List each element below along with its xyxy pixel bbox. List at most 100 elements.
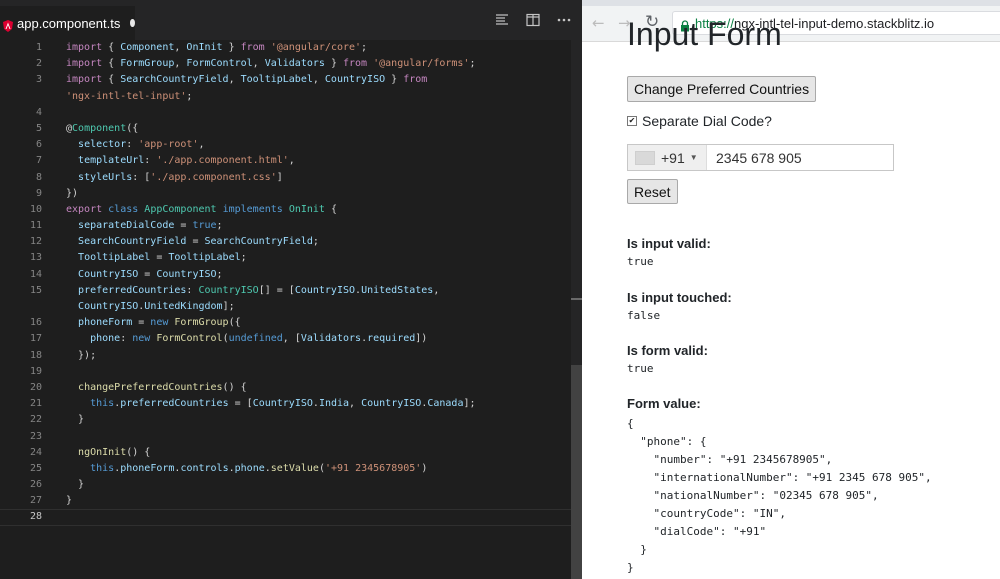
country-flag-icon <box>635 150 655 165</box>
input-touched-label: Is input touched: <box>627 290 732 305</box>
code-token: ; <box>216 268 223 280</box>
code-token: , <box>174 42 187 53</box>
line-number: 14 <box>29 268 42 280</box>
line-number: 22 <box>29 414 42 426</box>
code-line[interactable]: @Component({ <box>66 121 571 137</box>
code-line[interactable]: styleUrls: ['./app.component.css'] <box>66 170 571 186</box>
code-token: implements <box>222 203 283 215</box>
browser-tab-strip <box>582 0 1000 6</box>
code-token: ) <box>421 462 428 474</box>
line-number: 24 <box>29 446 42 458</box>
code-line[interactable]: } <box>66 412 571 428</box>
code-token: 'app-root' <box>138 139 199 151</box>
code-token: Validators <box>264 58 325 70</box>
code-line[interactable] <box>66 105 571 121</box>
code-token: FormControl <box>156 333 223 345</box>
code-line[interactable]: selector: 'app-root', <box>66 137 571 153</box>
separate-dial-code-row[interactable]: ✔ Separate Dial Code? <box>627 113 772 129</box>
code-token: AppComponent <box>144 203 217 215</box>
code-token: phone <box>90 333 121 345</box>
code-token: { <box>324 203 337 215</box>
more-icon[interactable] <box>556 12 572 28</box>
code-line[interactable]: SearchCountryField = SearchCountryField; <box>66 234 571 250</box>
code-token: selector <box>78 139 127 151</box>
change-preferred-countries-button[interactable]: Change Preferred Countries <box>627 76 817 102</box>
code-token: ; <box>216 220 223 232</box>
code-token: = <box>174 220 193 232</box>
code-editor[interactable]: app.component.ts 1 2 3 4 5 6 7 8 9 10 11 12 13 14 15 16… <box>0 0 582 579</box>
code-line[interactable]: separateDialCode = true; <box>66 218 571 234</box>
code-token: class <box>108 203 139 215</box>
code-token: required <box>367 333 416 345</box>
code-line[interactable]: changePreferredCountries() { <box>66 380 571 396</box>
editor-scrollbar-thumb[interactable] <box>571 365 582 579</box>
open-preview-icon[interactable] <box>494 12 510 28</box>
code-token: : <box>144 155 157 167</box>
code-line[interactable]: } <box>66 493 571 509</box>
phone-input-group: +91 ▼ 2345 678 905 <box>627 144 894 171</box>
code-line[interactable]: import { FormGroup, FormControl, Validat… <box>66 56 571 72</box>
code-line[interactable]: }); <box>66 348 571 364</box>
code-line[interactable]: } <box>66 477 571 493</box>
dial-code: +91 <box>661 149 685 166</box>
code-token: } <box>385 74 404 86</box>
code-token: = <box>138 268 157 280</box>
reset-button[interactable]: Reset <box>627 179 678 204</box>
unsaved-dot-icon[interactable] <box>130 19 135 27</box>
code-token: preferredCountries <box>120 398 229 410</box>
code-line[interactable] <box>66 364 571 380</box>
line-number: 17 <box>29 333 42 345</box>
code-token: UnitedKingdom <box>144 301 223 312</box>
editor-tab[interactable]: app.component.ts <box>0 6 135 40</box>
code-line[interactable]: TooltipLabel = TooltipLabel; <box>66 250 571 266</box>
code-line[interactable]: 'ngx-intl-tel-input'; <box>66 89 571 105</box>
code-token: ; <box>186 90 193 102</box>
code-area[interactable]: import { Component, OnInit } from '@angu… <box>66 40 571 526</box>
code-token: ngOnInit <box>78 446 127 458</box>
code-line[interactable] <box>66 429 571 445</box>
phone-number-input[interactable]: 2345 678 905 <box>707 150 802 166</box>
code-line[interactable]: this.preferredCountries = [CountryISO.In… <box>66 396 571 412</box>
line-number: 27 <box>29 495 42 507</box>
code-token: ]; <box>463 398 476 410</box>
code-line[interactable]: phone: new FormControl(undefined, [Valid… <box>66 331 571 347</box>
code-token: TooltipLabel <box>240 74 313 86</box>
code-token: CountryISO <box>361 398 422 410</box>
code-line[interactable]: export class AppComponent implements OnI… <box>66 202 571 218</box>
code-token: export <box>66 203 103 215</box>
country-dropdown[interactable]: +91 ▼ <box>628 145 707 170</box>
code-token: : <box>120 333 133 345</box>
code-token: () { <box>126 446 151 458</box>
code-token: ; <box>312 236 319 248</box>
code-line[interactable]: this.phoneForm.controls.phone.setValue('… <box>66 461 571 477</box>
code-token: undefined <box>228 333 283 345</box>
line-number: 10 <box>29 203 42 215</box>
code-line[interactable]: phoneForm = new FormGroup({ <box>66 315 571 331</box>
back-arrow-icon[interactable]: ← <box>592 14 605 32</box>
code-line[interactable]: preferredCountries: CountryISO[] = [Coun… <box>66 283 571 299</box>
code-line[interactable]: }) <box>66 186 571 202</box>
code-line[interactable]: CountryISO = CountryISO; <box>66 267 571 283</box>
code-line[interactable]: import { Component, OnInit } from '@angu… <box>66 40 571 56</box>
code-line[interactable]: import { SearchCountryField, TooltipLabe… <box>66 72 571 88</box>
code-token: TooltipLabel <box>78 252 151 264</box>
split-editor-icon[interactable] <box>525 12 541 28</box>
code-line[interactable] <box>66 509 571 525</box>
code-line[interactable]: templateUrl: './app.component.html', <box>66 153 571 169</box>
line-number: 2 <box>35 58 42 70</box>
line-number: 23 <box>29 430 42 442</box>
code-line[interactable]: ngOnInit() { <box>66 445 571 461</box>
code-token: India <box>318 398 350 410</box>
code-token: OnInit <box>288 203 325 215</box>
separate-dial-code-checkbox[interactable]: ✔ <box>627 116 637 126</box>
input-valid-label: Is input valid: <box>627 236 711 251</box>
code-token: CountryISO <box>294 284 356 296</box>
code-line[interactable]: CountryISO.UnitedKingdom]; <box>66 299 571 315</box>
code-token: changePreferredCountries <box>78 381 223 393</box>
code-token: Component <box>72 122 127 134</box>
